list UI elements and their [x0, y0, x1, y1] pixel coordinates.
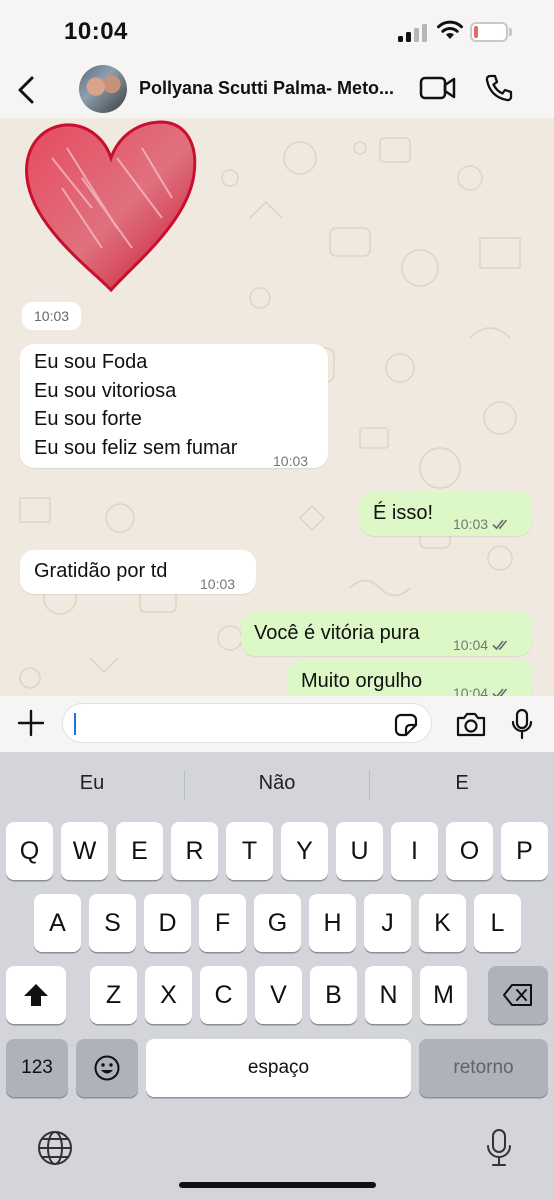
camera-icon	[456, 712, 486, 737]
key[interactable]: V	[255, 966, 302, 1024]
message-text: Você é vitória pura	[254, 622, 420, 644]
battery-icon: 8	[470, 22, 512, 42]
read-ticks-icon	[492, 640, 508, 651]
backspace-key[interactable]	[488, 966, 548, 1024]
message-text: Gratidão por td	[34, 560, 168, 582]
read-ticks-icon	[492, 688, 508, 696]
predictive-bar: Eu Não E	[0, 752, 554, 816]
message-line: Eu sou forte	[34, 408, 142, 430]
suggestion[interactable]: Não	[185, 772, 369, 795]
globe-icon	[38, 1131, 72, 1165]
text-caret	[74, 713, 76, 735]
camera-button[interactable]	[455, 710, 487, 743]
key[interactable]: E	[116, 822, 163, 880]
numbers-key[interactable]: 123	[6, 1039, 68, 1097]
message-text: É isso!	[373, 502, 434, 524]
key[interactable]: K	[419, 894, 466, 952]
phone-icon	[485, 74, 513, 102]
message-time: 10:03	[453, 516, 489, 532]
contact-name[interactable]: Pollyana Scutti Palma- Meto...	[139, 78, 405, 99]
wifi-icon	[436, 20, 464, 45]
status-time: 10:04	[64, 18, 128, 45]
key[interactable]: C	[200, 966, 247, 1024]
key[interactable]: Q	[6, 822, 53, 880]
message-input[interactable]	[62, 703, 432, 743]
message-time: 10:03	[200, 576, 236, 592]
shift-icon	[24, 984, 48, 1006]
key[interactable]: B	[310, 966, 357, 1024]
keyboard: Eu Não E Q W E R T Y U I O P A S D F G H…	[0, 752, 554, 1200]
emoji-icon	[94, 1055, 120, 1081]
message-line: Eu sou feliz sem fumar	[34, 436, 238, 459]
key[interactable]: A	[34, 894, 81, 952]
read-ticks-icon	[492, 519, 508, 530]
voice-message-button[interactable]	[510, 708, 534, 745]
message-outgoing[interactable]: Muito orgulho 10:04	[288, 660, 532, 696]
message-line: Eu sou Foda	[34, 351, 148, 373]
message-incoming[interactable]: Gratidão por td 10:03	[20, 550, 256, 594]
message-time: 10:04	[453, 685, 489, 696]
chat-header: Pollyana Scutti Palma- Meto...	[0, 62, 554, 118]
key[interactable]: U	[336, 822, 383, 880]
battery-level: 8	[485, 24, 493, 40]
message-time: 10:04	[453, 637, 489, 653]
key[interactable]: M	[420, 966, 467, 1024]
suggestion[interactable]: E	[370, 772, 554, 795]
key[interactable]: T	[226, 822, 273, 880]
message-time: 10:03	[273, 453, 309, 469]
voice-call-button[interactable]	[484, 73, 514, 108]
key[interactable]: D	[144, 894, 191, 952]
key[interactable]: G	[254, 894, 301, 952]
message-incoming[interactable]: Eu sou Foda Eu sou vitoriosa Eu sou fort…	[20, 344, 328, 469]
dictation-icon	[487, 1129, 511, 1166]
message-line: Eu sou vitoriosa	[34, 379, 177, 402]
key[interactable]: R	[171, 822, 218, 880]
return-key[interactable]: retorno	[419, 1039, 548, 1097]
message-outgoing[interactable]: É isso! 10:03	[360, 492, 532, 536]
video-call-icon	[419, 76, 456, 100]
plus-icon	[17, 709, 45, 737]
message-text: Muito orgulho	[301, 670, 423, 692]
mic-icon	[511, 708, 533, 740]
message-outgoing[interactable]: Você é vitória pura 10:04	[241, 612, 532, 656]
space-key[interactable]: espaço	[146, 1039, 411, 1097]
key[interactable]: W	[61, 822, 108, 880]
key[interactable]: X	[145, 966, 192, 1024]
backspace-icon	[503, 984, 532, 1006]
attach-button[interactable]	[16, 708, 46, 743]
contact-avatar[interactable]	[79, 65, 127, 113]
key[interactable]: P	[501, 822, 548, 880]
emoji-key[interactable]	[76, 1039, 138, 1097]
cellular-signal-icon	[398, 24, 428, 42]
sticker-button[interactable]	[393, 712, 419, 743]
globe-button[interactable]	[36, 1129, 74, 1172]
home-indicator[interactable]	[179, 1182, 376, 1188]
key[interactable]: S	[89, 894, 136, 952]
key[interactable]: O	[446, 822, 493, 880]
status-bar: 10:04 8	[0, 0, 554, 62]
key[interactable]: I	[391, 822, 438, 880]
suggestion[interactable]: Eu	[0, 772, 184, 795]
back-button[interactable]	[14, 74, 38, 106]
key[interactable]: N	[365, 966, 412, 1024]
shift-key[interactable]	[6, 966, 66, 1024]
key[interactable]: Z	[90, 966, 137, 1024]
heart-sticker[interactable]	[22, 118, 200, 296]
video-call-button[interactable]	[419, 75, 457, 106]
key[interactable]: L	[474, 894, 521, 952]
back-icon	[18, 76, 34, 104]
message-composer	[0, 696, 554, 752]
key[interactable]: H	[309, 894, 356, 952]
sticker-icon	[394, 713, 418, 737]
key[interactable]: Y	[281, 822, 328, 880]
dictation-button[interactable]	[485, 1128, 513, 1173]
sticker-timestamp: 10:03	[22, 302, 82, 330]
chat-area[interactable]: 10:03 Eu sou Foda Eu sou vitoriosa Eu so…	[0, 118, 554, 696]
key[interactable]: F	[199, 894, 246, 952]
key[interactable]: J	[364, 894, 411, 952]
